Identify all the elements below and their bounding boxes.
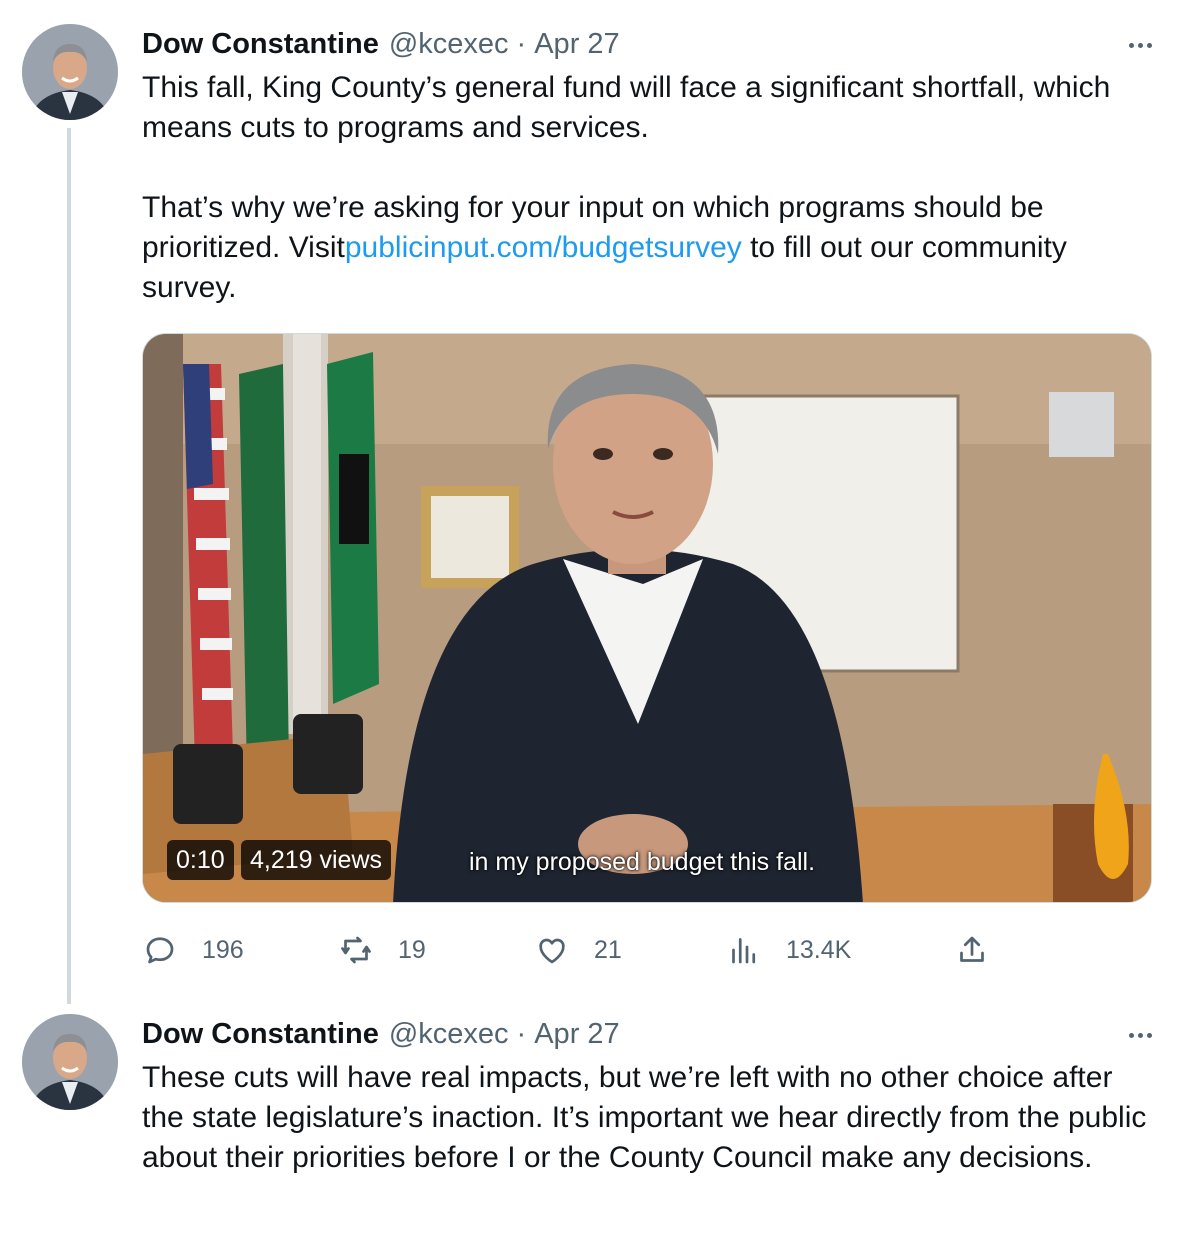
video-frame [143,334,1151,902]
share-button[interactable] [954,928,990,972]
like-count: 21 [594,935,622,964]
video-caption: in my proposed budget this fall. [469,848,816,876]
tweet[interactable]: Dow Constantine @kcexec · Apr 27 These c… [0,1000,1190,1248]
author-handle[interactable]: @kcexec [389,28,509,61]
thread-line [67,128,71,1004]
views-icon [732,938,756,964]
tweet-date[interactable]: Apr 27 [534,28,619,61]
retweet-button[interactable]: 19 [338,928,426,972]
tweet-text: This fall, King County’s general fund wi… [142,68,1162,308]
separator: · [516,1017,527,1050]
tweet-header: Dow Constantine @kcexec · Apr 27 [142,1014,620,1054]
tweet-text: These cuts will have real impacts, but w… [142,1061,1155,1174]
like-icon [539,938,565,964]
like-button[interactable]: 21 [534,928,622,972]
retweet-icon [341,936,371,964]
tweet-date[interactable]: Apr 27 [534,1018,619,1051]
share-icon [960,936,984,962]
avatar[interactable] [22,24,118,120]
author-name[interactable]: Dow Constantine [142,1018,379,1051]
survey-link[interactable]: publicinput.com/budgetsurvey [345,231,742,264]
views-count: 13.4K [786,935,852,964]
video-duration-badge: 0:10 [167,840,234,880]
views-button[interactable]: 13.4K [726,928,851,972]
tweet[interactable]: Dow Constantine @kcexec · Apr 27 This fa… [0,0,1190,1004]
reply-button[interactable]: 196 [142,928,244,972]
separator: · [516,27,527,60]
action-bar: 196 19 21 13.4K [142,928,1012,972]
author-name[interactable]: Dow Constantine [142,28,379,61]
more-icon[interactable] [1120,1020,1160,1050]
author-handle[interactable]: @kcexec [389,1018,509,1051]
video-player[interactable]: 0:10 4,219 views in my proposed budget t… [142,333,1152,903]
avatar[interactable] [22,1014,118,1110]
reply-icon [146,937,174,964]
retweet-count: 19 [398,935,426,964]
tweet-header: Dow Constantine @kcexec · Apr 27 [142,24,620,64]
more-icon[interactable] [1120,30,1160,60]
reply-count: 196 [202,935,244,964]
video-views-badge: 4,219 views [241,840,392,880]
